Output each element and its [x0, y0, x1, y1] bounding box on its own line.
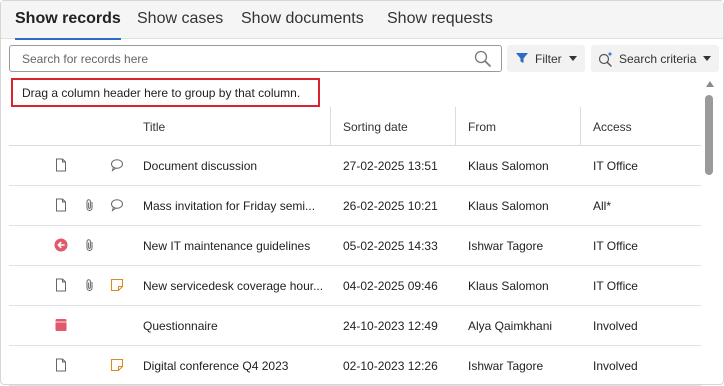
record-from: Klaus Salomon [468, 279, 549, 293]
table-row[interactable]: Document discussion 27-02-2025 13:51 Kla… [9, 146, 701, 186]
record-title: Mass invitation for Friday semi... [143, 199, 316, 213]
incoming-mail-icon [54, 238, 68, 252]
filter-label: Filter [535, 52, 562, 66]
record-from: Klaus Salomon [468, 199, 549, 213]
record-date: 24-10-2023 12:49 [343, 319, 438, 333]
record-date: 27-02-2025 13:51 [343, 159, 438, 173]
record-date: 26-02-2025 10:21 [343, 199, 438, 213]
chevron-down-icon [569, 56, 577, 61]
comment-icon [110, 198, 124, 212]
table-row[interactable]: Mass invitation for Friday semi... 26-02… [9, 186, 701, 226]
column-divider[interactable] [330, 107, 331, 146]
form-icon [54, 318, 68, 332]
column-divider[interactable] [455, 107, 456, 146]
search-input[interactable] [10, 46, 470, 71]
search-criteria-label: Search criteria [619, 52, 697, 66]
search-criteria-button[interactable]: Search criteria [591, 45, 719, 72]
grid-header: Title Sorting date From Access [9, 107, 701, 146]
record-from: Ishwar Tagore [468, 359, 544, 373]
records-panel: Show records Show cases Show documents S… [0, 0, 724, 386]
search-box [9, 45, 502, 72]
column-header-access[interactable]: Access [593, 107, 632, 146]
record-date: 04-02-2025 09:46 [343, 279, 438, 293]
tab-show-requests[interactable]: Show requests [387, 10, 493, 39]
table-row[interactable]: New servicedesk coverage hour... 04-02-2… [9, 266, 701, 306]
chevron-down-icon [703, 56, 711, 61]
document-icon [54, 158, 68, 172]
attachment-icon [83, 278, 97, 292]
record-date: 02-10-2023 12:26 [343, 359, 438, 373]
table-row[interactable]: New IT maintenance guidelines 05-02-2025… [9, 226, 701, 266]
document-icon [54, 198, 68, 212]
scrollbar-thumb[interactable] [705, 95, 713, 175]
record-access: IT Office [593, 159, 638, 173]
note-icon [110, 278, 124, 292]
table-row[interactable]: Digital conference Q4 2023 02-10-2023 12… [9, 346, 701, 386]
filter-button[interactable]: Filter [507, 45, 585, 72]
scroll-up-arrow-icon[interactable] [706, 81, 714, 87]
record-title: New servicedesk coverage hour... [143, 279, 324, 293]
document-icon [54, 278, 68, 292]
tab-show-documents[interactable]: Show documents [241, 10, 364, 39]
vertical-scrollbar[interactable] [704, 79, 716, 379]
record-access: Involved [593, 319, 638, 333]
record-access: All* [593, 199, 612, 213]
document-icon [54, 358, 68, 372]
record-title: Digital conference Q4 2023 [143, 359, 289, 373]
record-from: Alya Qaimkhani [468, 319, 553, 333]
record-title: Questionnaire [143, 319, 218, 333]
record-from: Ishwar Tagore [468, 239, 544, 253]
record-from: Klaus Salomon [468, 159, 549, 173]
tab-show-records[interactable]: Show records [15, 10, 121, 40]
record-date: 05-02-2025 14:33 [343, 239, 438, 253]
column-header-sorting-date[interactable]: Sorting date [343, 107, 408, 146]
column-header-title[interactable]: Title [143, 107, 165, 146]
tab-bar: Show records Show cases Show documents S… [1, 1, 723, 40]
note-icon [110, 358, 124, 372]
group-by-drop-zone[interactable]: Drag a column header here to group by th… [11, 78, 320, 107]
attachment-icon [83, 198, 97, 212]
filter-icon [515, 51, 529, 68]
tab-show-cases[interactable]: Show cases [137, 10, 223, 39]
record-title: Document discussion [143, 159, 258, 173]
criteria-search-icon [597, 50, 615, 71]
column-divider[interactable] [580, 107, 581, 146]
column-header-from[interactable]: From [468, 107, 496, 146]
record-access: IT Office [593, 239, 638, 253]
search-icon[interactable] [473, 49, 493, 69]
record-access: IT Office [593, 279, 638, 293]
table-row[interactable]: Questionnaire 24-10-2023 12:49 Alya Qaim… [9, 306, 701, 346]
record-title: New IT maintenance guidelines [143, 239, 311, 253]
comment-icon [110, 158, 124, 172]
attachment-icon [83, 238, 97, 252]
record-access: Involved [593, 359, 638, 373]
